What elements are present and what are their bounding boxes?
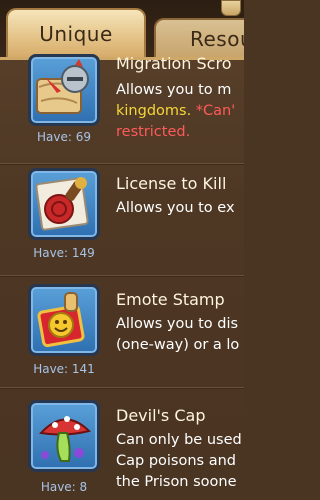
- list-item[interactable]: Have: 149 License to Kill Allows you to …: [0, 164, 244, 277]
- tab-resources-label: Resou: [190, 27, 244, 51]
- list-item[interactable]: Have: 69 Migration Scro Allows you to m …: [0, 54, 244, 165]
- item-name: Migration Scro: [116, 54, 232, 73]
- item-description-line1: Allows you to ex: [116, 200, 235, 216]
- item-description-line2: kingdoms. *Can': [116, 101, 235, 121]
- have-count: Have: 8: [40, 480, 88, 494]
- item-description-line2: (one-way) or a lo: [116, 337, 240, 353]
- item-description-line2: Cap poisons and: [116, 453, 236, 469]
- item-name: Devil's Cap: [116, 406, 206, 425]
- item-description-line1: Can only be used: [116, 432, 242, 448]
- close-tab-button[interactable]: [221, 0, 241, 16]
- item-description-line3: the Prison soone: [116, 474, 237, 490]
- inventory-panel: Unique Resou Have: 69 Migration Scro All…: [0, 0, 244, 500]
- tab-unique[interactable]: Unique: [6, 8, 146, 58]
- item-description-line1: Allows you to dis: [116, 316, 239, 332]
- have-count: Have: 69: [37, 130, 91, 144]
- migration-scroll-icon: [28, 54, 100, 126]
- list-item[interactable]: Have: 8 Devil's Cap Can only be used Cap…: [0, 388, 244, 500]
- warning-text: *Can': [191, 103, 236, 119]
- tab-bar: Unique Resou: [0, 0, 244, 60]
- devils-cap-mushroom-icon: [28, 400, 100, 472]
- item-description-line3: restricted.: [116, 124, 191, 140]
- have-count: Have: 141: [33, 362, 95, 376]
- tab-resources[interactable]: Resou: [154, 18, 244, 58]
- list-item[interactable]: Have: 141 Emote Stamp Allows you to dis …: [0, 276, 244, 389]
- highlight-text: kingdoms.: [116, 103, 192, 119]
- license-to-kill-seal-icon: [28, 168, 100, 240]
- emote-stamp-icon: [28, 284, 100, 356]
- item-name: Emote Stamp: [116, 290, 225, 309]
- item-name: License to Kill: [116, 174, 227, 193]
- item-description-line1: Allows you to m: [116, 82, 232, 98]
- have-count: Have: 149: [33, 246, 95, 260]
- tab-unique-label: Unique: [39, 22, 113, 46]
